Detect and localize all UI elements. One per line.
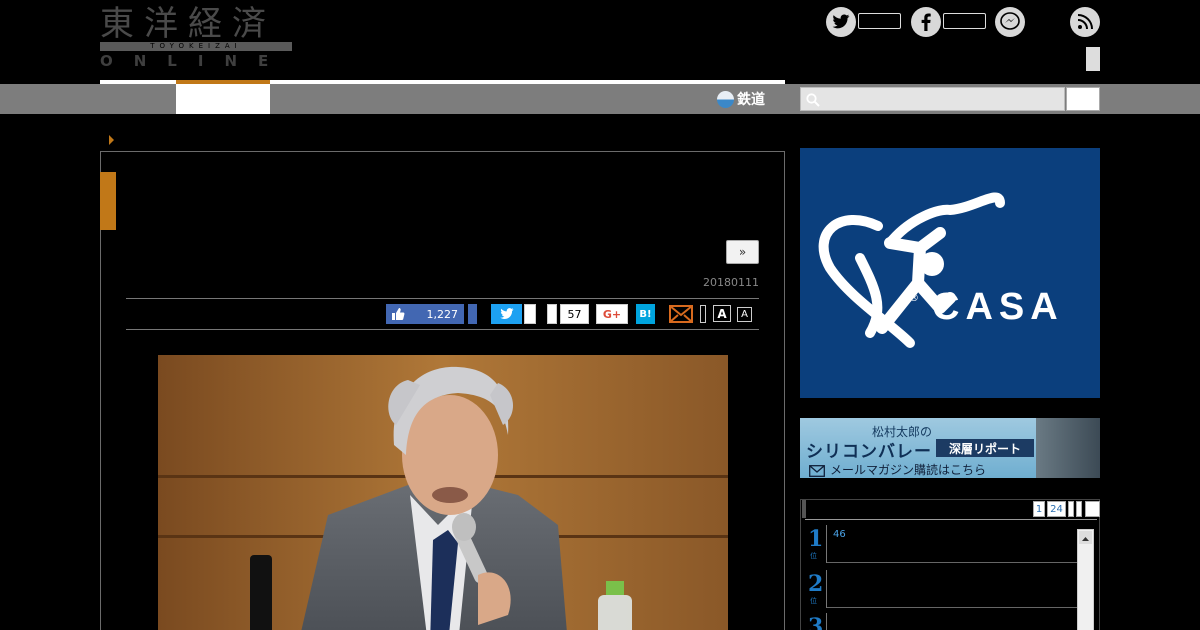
search-button[interactable]: [1066, 87, 1100, 111]
hatena-bookmark-button[interactable]: B!: [636, 304, 655, 324]
ranking-tab-4[interactable]: [1076, 501, 1082, 517]
nav-rail-label: 鉄道: [737, 92, 765, 108]
facebook-icon[interactable]: [911, 7, 941, 37]
mailmag-subscribe-link: メールマガジン購読はこちら: [830, 463, 987, 477]
article-photo: [158, 355, 728, 630]
ranking-tab-3[interactable]: [1068, 501, 1074, 517]
logo-kanji: 東洋経済: [100, 4, 276, 44]
site-logo[interactable]: 東洋経済 TOYOKEIZAI ONLINE: [100, 6, 292, 70]
share-divider-bottom: [126, 329, 759, 330]
share-divider-top: [126, 298, 759, 299]
rank-row-divider-1: [827, 562, 1077, 563]
page: 東洋経済 TOYOKEIZAI ONLINE 鉄道 » 20180111 1,2…: [0, 0, 1200, 630]
tweet-button[interactable]: [491, 304, 522, 324]
ranking-tab-1[interactable]: 1: [1033, 501, 1045, 517]
facebook-count-box: [943, 13, 986, 29]
messenger-icon[interactable]: [995, 7, 1025, 37]
article-category-marker: [100, 172, 116, 230]
train-icon: [717, 90, 734, 108]
twitter-bird-icon: [499, 308, 513, 319]
rank-views-1: 46: [833, 529, 846, 540]
pocket-count: 57: [560, 304, 589, 324]
ranking-tab-5[interactable]: [1085, 501, 1100, 517]
envelope-icon: [809, 462, 825, 477]
mail-icon[interactable]: [669, 305, 693, 323]
ranking-tab-24[interactable]: 24: [1047, 501, 1066, 517]
mailmag-badge: 深層リポート: [936, 439, 1034, 457]
rank-row-divider-2: [827, 607, 1077, 608]
pocket-button[interactable]: [547, 304, 557, 324]
ranking-header-line: [805, 519, 1097, 520]
thumbs-up-icon: [392, 308, 405, 320]
author-photo: [1036, 418, 1100, 478]
article-date: 20180111: [703, 276, 759, 289]
font-size-large-button[interactable]: A: [713, 305, 731, 322]
ranking-header-marker: [802, 500, 806, 518]
rank-number-1: 1: [808, 526, 824, 552]
rss-icon[interactable]: [1070, 7, 1100, 37]
rank-separator-3: [826, 613, 827, 630]
font-size-small-button[interactable]: A: [737, 307, 752, 322]
rank-separator-1: [826, 525, 827, 563]
facebook-share-button[interactable]: [468, 304, 477, 324]
scroll-up-arrow-icon[interactable]: [1079, 531, 1092, 544]
logo-online: ONLINE: [100, 52, 290, 70]
tweet-count-box: [524, 304, 536, 324]
breadcrumb-arrow-icon: [109, 135, 114, 145]
rank-separator-2: [826, 570, 827, 608]
nav-tab-active[interactable]: [176, 84, 270, 114]
facebook-like-count: 1,227: [426, 307, 459, 321]
print-button[interactable]: [700, 305, 706, 323]
google-plus-button[interactable]: G+: [596, 304, 628, 324]
twitter-icon[interactable]: [826, 7, 856, 37]
casa-registered-mark: ®: [909, 293, 919, 304]
next-page-button[interactable]: »: [726, 240, 759, 264]
search-icon: [806, 92, 820, 107]
rank-unit-1: 位: [810, 552, 817, 560]
twitter-count-box: [858, 13, 901, 29]
search-input[interactable]: [800, 87, 1065, 111]
rank-unit-2: 位: [810, 597, 817, 605]
casa-heart-logo-icon: [818, 192, 1005, 348]
nav-item-rail[interactable]: 鉄道: [717, 88, 765, 110]
casa-ad-wordmark: CASA: [932, 286, 1064, 328]
facebook-like-button[interactable]: 1,227: [386, 304, 464, 324]
rank-number-3: 3: [808, 614, 824, 630]
casa-ad-banner[interactable]: [800, 148, 1100, 398]
login-button[interactable]: [1086, 47, 1100, 71]
rank-number-2: 2: [808, 571, 824, 597]
mailmag-title: シリコンバレー: [806, 442, 932, 462]
logo-roman: TOYOKEIZAI: [100, 42, 292, 51]
